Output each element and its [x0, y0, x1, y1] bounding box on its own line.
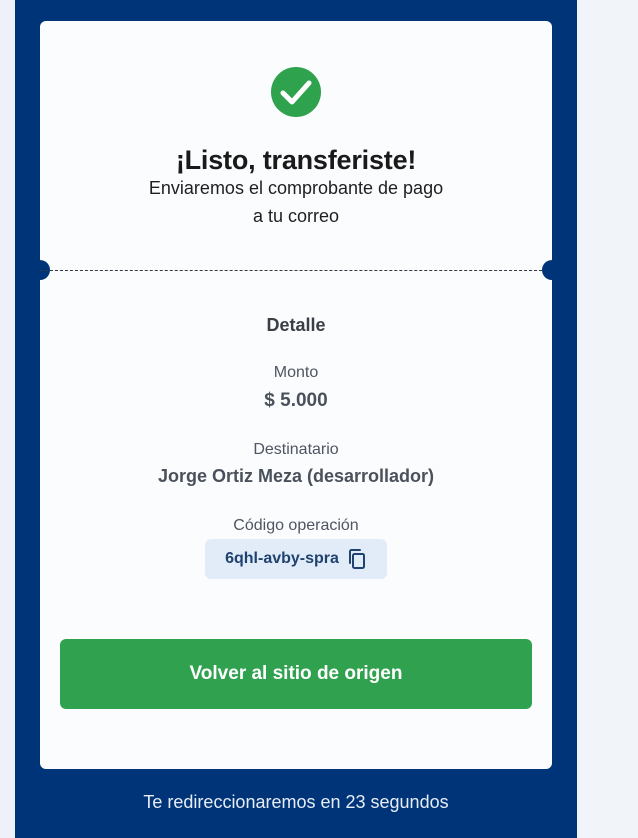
- operation-code-value: 6qhl-avby-spra: [225, 550, 339, 567]
- left-background: [0, 0, 15, 838]
- subtitle-line-1: Enviaremos el comprobante de pago: [148, 178, 444, 198]
- back-to-origin-button[interactable]: Volver al sitio de origen: [60, 639, 532, 709]
- subtitle-line-2: a tu correo: [252, 206, 340, 226]
- dashed-divider: [40, 270, 552, 271]
- check-circle-icon: [271, 67, 321, 117]
- detail-title: Detalle: [266, 315, 326, 335]
- success-title: ¡Listo, transferiste!: [175, 145, 417, 175]
- receipt-card: ¡Listo, transferiste! Enviaremos el comp…: [30, 21, 562, 769]
- amount-label: Monto: [273, 364, 319, 381]
- redirect-countdown: Te redireccionaremos en 23 segundos: [143, 792, 449, 812]
- copy-icon: [348, 549, 365, 569]
- operation-code-label: Código operación: [233, 517, 359, 534]
- ticket-notch-right: [542, 260, 562, 280]
- right-background: [577, 0, 638, 838]
- success-subtitle: Enviaremos el comprobante de pago a tu c…: [40, 174, 552, 230]
- operation-code-copy-button[interactable]: 6qhl-avby-spra: [205, 539, 387, 579]
- recipient-label: Destinatario: [253, 441, 339, 458]
- amount-value: $ 5.000: [264, 390, 328, 411]
- recipient-value: Jorge Ortiz Meza (desarrollador): [157, 466, 435, 486]
